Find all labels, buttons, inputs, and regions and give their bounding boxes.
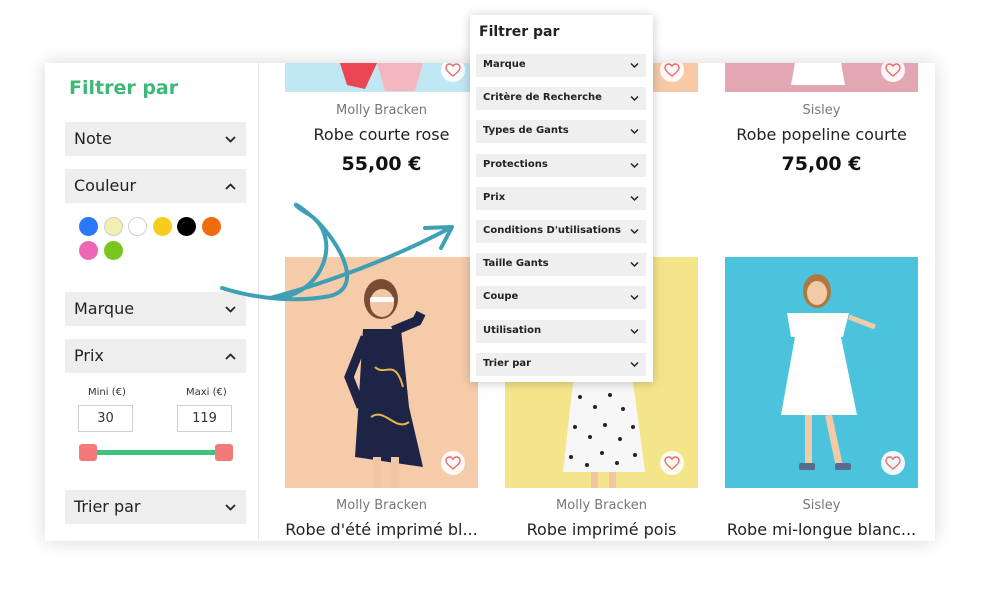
price-slider-min-handle[interactable] [79, 444, 97, 461]
popup-filter-label: Protections [483, 159, 548, 170]
min-price-input[interactable]: 30 [78, 405, 133, 432]
product-name[interactable]: Robe popeline courte [725, 125, 918, 144]
popup-filter-label: Marque [483, 59, 526, 70]
filter-prix-header[interactable]: Prix [65, 339, 246, 373]
popup-filter-types-gants[interactable]: Types de Gants [476, 120, 646, 143]
max-price-input[interactable]: 119 [177, 405, 232, 432]
product-brand: Sisley [802, 103, 841, 118]
popup-filter-marque[interactable]: Marque [476, 54, 646, 77]
favorite-button[interactable] [881, 451, 905, 475]
filter-note-header[interactable]: Note [65, 122, 246, 156]
product-brand: Molly Bracken [336, 498, 427, 513]
chevron-down-icon [225, 306, 236, 313]
heart-icon [664, 456, 680, 470]
product-name[interactable]: Robe courte rose [285, 125, 478, 144]
favorite-button[interactable] [660, 451, 684, 475]
heart-icon [664, 63, 680, 77]
filter-popup: Filtrer par Marque Critère de Recherche … [470, 15, 653, 382]
filter-couleur-header[interactable]: Couleur [65, 169, 246, 203]
heart-icon [885, 456, 901, 470]
color-swatch[interactable] [128, 217, 147, 236]
product-name[interactable]: Robe imprimé pois [505, 520, 698, 539]
popup-filter-label: Types de Gants [483, 125, 569, 136]
color-swatch[interactable] [201, 217, 221, 236]
chevron-down-icon [630, 62, 639, 69]
popup-filter-protections[interactable]: Protections [476, 154, 646, 177]
heart-icon [445, 63, 461, 77]
price-slider-max-handle[interactable] [215, 444, 233, 461]
product-brand: Molly Bracken [556, 498, 647, 513]
chevron-down-icon [630, 294, 639, 301]
chevron-up-icon [225, 183, 236, 190]
popup-filter-coupe[interactable]: Coupe [476, 286, 646, 309]
popup-filter-label: Conditions D'utilisations [483, 225, 621, 236]
heart-icon [885, 63, 901, 77]
popup-filter-conditions[interactable]: Conditions D'utilisations [476, 220, 646, 243]
page: Filtrer par Note Couleur Marque Prix Min… [0, 0, 1000, 606]
filter-marque-header[interactable]: Marque [65, 292, 246, 326]
color-swatch[interactable] [177, 217, 196, 236]
color-swatch[interactable] [152, 217, 172, 236]
chevron-down-icon [630, 228, 639, 235]
chevron-down-icon [225, 504, 236, 511]
filter-trier-label: Trier par [74, 497, 141, 516]
product-name[interactable]: Robe mi-longue blanc... [725, 520, 918, 539]
max-price-label: Maxi (€) [186, 387, 227, 398]
product-name[interactable]: Robe d'été imprimé bl... [285, 520, 478, 539]
color-swatch[interactable] [79, 217, 98, 236]
color-swatch[interactable] [103, 241, 123, 260]
popup-filter-label: Prix [483, 192, 506, 203]
price-slider-track[interactable] [87, 450, 224, 455]
filter-trier-header[interactable]: Trier par [65, 490, 246, 524]
filter-marque-label: Marque [74, 299, 135, 318]
filter-couleur-label: Couleur [74, 176, 137, 195]
popup-filter-utilisation[interactable]: Utilisation [476, 320, 646, 343]
filter-sidebar: Filtrer par Note Couleur Marque Prix Min… [45, 63, 259, 541]
product-price: 75,00 € [781, 153, 862, 175]
product-brand: Molly Bracken [336, 103, 427, 118]
sidebar-title: Filtrer par [69, 77, 179, 99]
chevron-up-icon [225, 353, 236, 360]
popup-filter-label: Taille Gants [483, 258, 549, 269]
chevron-down-icon [630, 361, 639, 368]
filter-note-label: Note [74, 129, 112, 148]
chevron-down-icon [630, 261, 639, 268]
popup-filter-label: Critère de Recherche [483, 92, 602, 103]
popup-filter-label: Coupe [483, 291, 519, 302]
chevron-down-icon [630, 162, 639, 169]
chevron-down-icon [630, 95, 639, 102]
popup-filter-label: Trier par [483, 358, 532, 369]
popup-filter-critere[interactable]: Critère de Recherche [476, 87, 646, 110]
chevron-down-icon [630, 328, 639, 335]
heart-icon [445, 456, 461, 470]
product-price: 55,00 € [341, 153, 422, 175]
product-brand: Sisley [802, 498, 841, 513]
popup-filter-prix[interactable]: Prix [476, 187, 646, 210]
chevron-down-icon [630, 128, 639, 135]
popup-filter-trier[interactable]: Trier par [476, 353, 646, 376]
popup-filter-taille-gants[interactable]: Taille Gants [476, 253, 646, 276]
color-swatch[interactable] [103, 217, 123, 236]
color-swatch[interactable] [79, 241, 98, 260]
filter-prix-label: Prix [74, 346, 104, 365]
min-price-label: Mini (€) [88, 387, 126, 398]
popup-title: Filtrer par [479, 24, 560, 40]
favorite-button[interactable] [441, 451, 465, 475]
chevron-down-icon [225, 136, 236, 143]
popup-filter-label: Utilisation [483, 325, 542, 336]
chevron-down-icon [630, 195, 639, 202]
